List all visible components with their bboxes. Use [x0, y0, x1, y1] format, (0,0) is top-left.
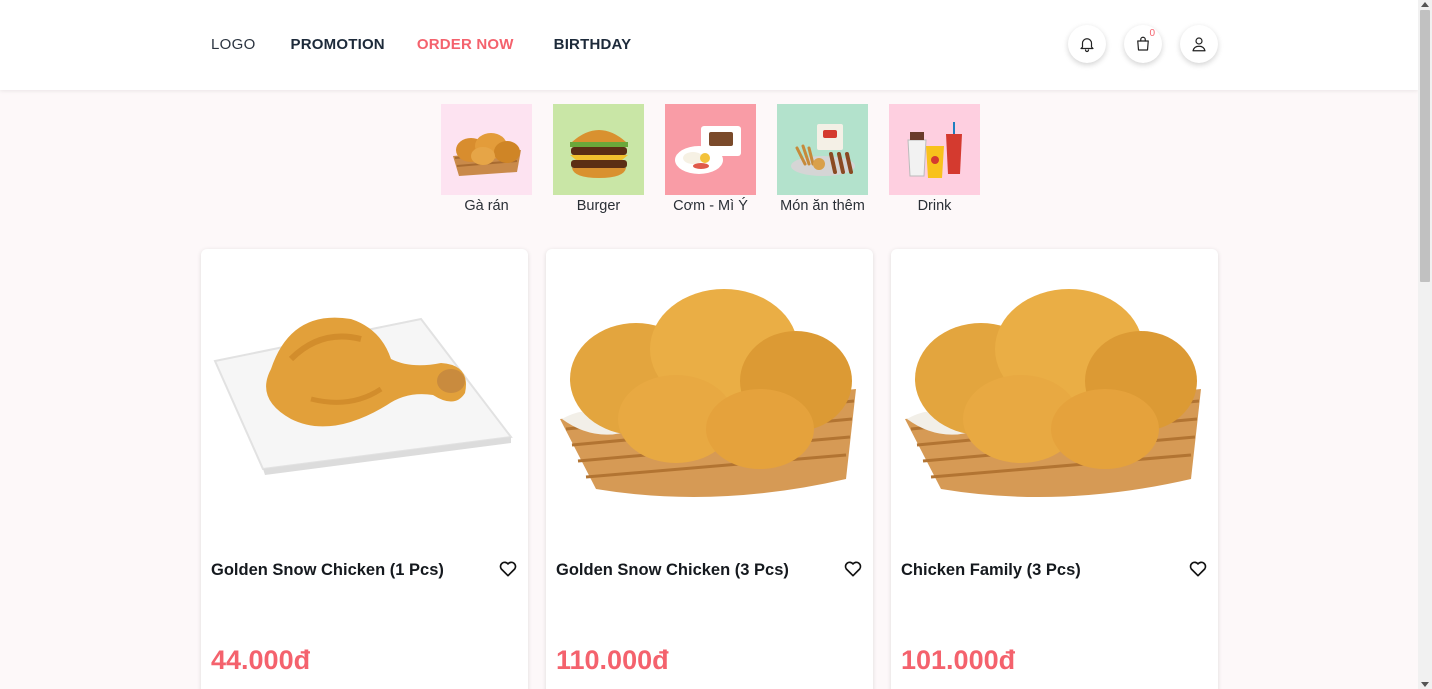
category-thumbnail	[665, 104, 756, 195]
product-price: 110.000đ	[556, 645, 669, 675]
nav-promotion[interactable]: PROMOTION	[291, 36, 385, 53]
category-thumbnail	[441, 104, 532, 195]
category-label: Cơm - Mì Ý	[673, 198, 748, 214]
product-name[interactable]: Chicken Family (3 Pcs)	[901, 561, 1081, 580]
category-burger[interactable]: Burger	[553, 104, 644, 214]
side-dish-icon	[790, 123, 855, 176]
header-actions: 0	[1068, 25, 1218, 63]
cart-count-badge: 0	[1149, 28, 1155, 39]
scrollbar-thumb[interactable]	[1420, 10, 1430, 282]
category-thumbnail	[777, 104, 868, 195]
product-grid: Golden Snow Chicken (1 Pcs) 44.000đ Gold…	[201, 249, 1218, 689]
scroll-down-arrow[interactable]	[1421, 682, 1429, 687]
scroll-up-arrow[interactable]	[1421, 2, 1429, 7]
notifications-button[interactable]	[1068, 25, 1106, 63]
product-price: 44.000đ	[211, 645, 311, 675]
product-image	[905, 289, 1201, 497]
product-image	[560, 289, 856, 497]
page-scrollbar[interactable]	[1418, 0, 1432, 689]
product-card[interactable]: Chicken Family (3 Pcs) 101.000đ	[891, 249, 1218, 689]
product-image	[213, 317, 513, 475]
heart-icon[interactable]	[1188, 559, 1208, 579]
category-side-dishes[interactable]: Món ăn thêm	[777, 104, 868, 214]
cart-button[interactable]: 0	[1124, 25, 1162, 63]
product-name[interactable]: Golden Snow Chicken (1 Pcs)	[211, 561, 444, 580]
category-label: Gà rán	[464, 198, 509, 214]
drink-icon	[906, 121, 962, 178]
product-card[interactable]: Golden Snow Chicken (1 Pcs) 44.000đ	[201, 249, 528, 689]
heart-icon[interactable]	[498, 559, 518, 579]
bell-icon	[1080, 38, 1094, 53]
nav-birthday[interactable]: BIRTHDAY	[554, 36, 632, 53]
header: LOGO PROMOTION ORDER NOW BIRTHDAY 0	[0, 0, 1418, 90]
user-icon	[1192, 37, 1206, 52]
rice-plate-icon	[674, 125, 741, 174]
logo[interactable]: LOGO	[211, 36, 256, 53]
category-drink[interactable]: Drink	[889, 104, 980, 214]
category-list: Gà rán Burger Cơm - Mì Ý Món ăn thêm Dri…	[441, 104, 980, 214]
category-fried-chicken[interactable]: Gà rán	[441, 104, 532, 214]
category-label: Burger	[576, 198, 621, 214]
product-name[interactable]: Golden Snow Chicken (3 Pcs)	[556, 561, 789, 580]
category-label: Drink	[917, 198, 952, 214]
category-thumbnail	[889, 104, 980, 195]
nav-order-now[interactable]: ORDER NOW	[417, 36, 514, 53]
category-label: Món ăn thêm	[780, 198, 865, 214]
category-rice-pasta[interactable]: Cơm - Mì Ý	[665, 104, 756, 214]
account-button[interactable]	[1180, 25, 1218, 63]
category-thumbnail	[553, 104, 644, 195]
main-nav: LOGO PROMOTION ORDER NOW BIRTHDAY	[211, 0, 663, 88]
product-card[interactable]: Golden Snow Chicken (3 Pcs) 110.000đ	[546, 249, 873, 689]
fried-chicken-icon	[452, 132, 521, 176]
burger-icon	[569, 129, 628, 178]
product-price: 101.000đ	[901, 645, 1016, 675]
heart-icon[interactable]	[843, 559, 863, 579]
